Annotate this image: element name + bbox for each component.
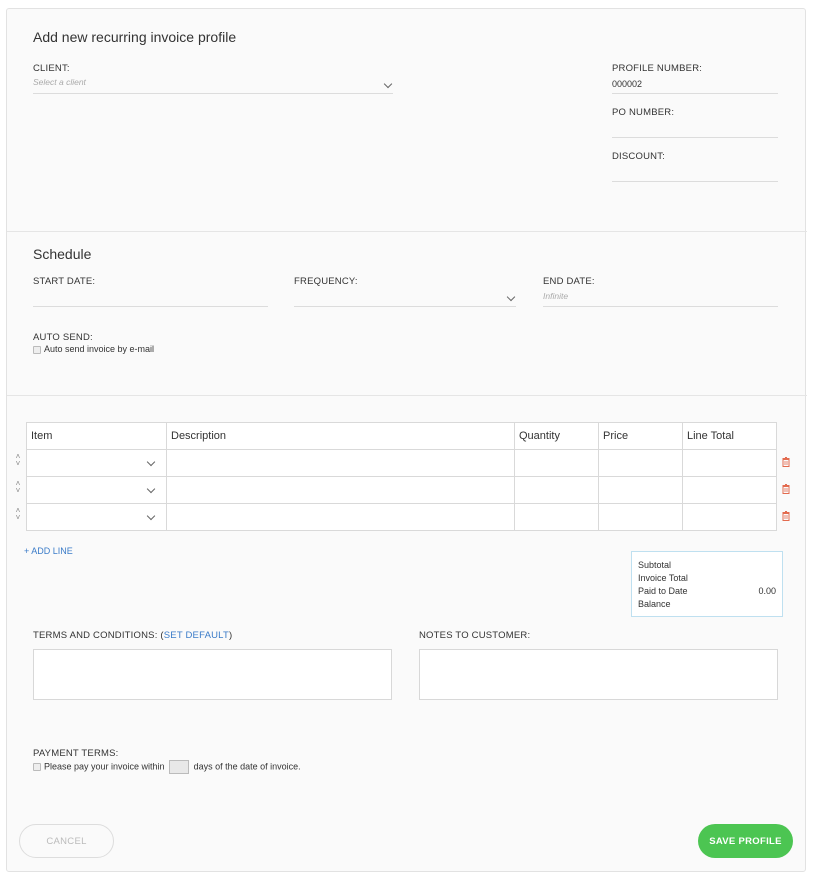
line-items-table: Item Description Quantity Price Line Tot… <box>26 422 777 531</box>
auto-send-label: AUTO SEND: <box>33 332 93 343</box>
trash-icon[interactable] <box>782 511 790 521</box>
discount-label: DISCOUNT: <box>612 151 665 162</box>
section-divider <box>7 231 807 232</box>
paid-to-date-row: Paid to Date 0.00 <box>638 585 776 598</box>
discount-field[interactable] <box>612 165 778 179</box>
price-cell[interactable] <box>598 503 683 531</box>
quantity-cell[interactable] <box>514 476 599 504</box>
cancel-button[interactable]: CANCEL <box>19 824 114 858</box>
page-title: Add new recurring invoice profile <box>33 29 237 45</box>
chevron-down-icon <box>146 457 156 467</box>
end-date-underline <box>543 306 778 307</box>
end-date-field[interactable]: Infinite <box>543 290 778 306</box>
column-header-price: Price <box>598 422 683 450</box>
row-reorder-handle[interactable]: ˄ ˅ <box>13 480 23 495</box>
quantity-cell[interactable] <box>514 503 599 531</box>
profile-number-field[interactable]: 000002 <box>612 79 778 93</box>
po-number-field[interactable] <box>612 121 778 135</box>
line-total-cell <box>682 503 777 531</box>
start-date-label: START DATE: <box>33 276 96 287</box>
line-total-cell <box>682 476 777 504</box>
client-underline <box>33 93 393 94</box>
trash-icon[interactable] <box>782 484 790 494</box>
column-header-line-total: Line Total <box>682 422 777 450</box>
row-reorder-handle[interactable]: ˄ ˅ <box>13 507 23 522</box>
notes-label: NOTES TO CUSTOMER: <box>419 630 531 641</box>
table-row <box>26 449 777 477</box>
profile-number-underline <box>612 93 778 94</box>
set-default-link[interactable]: SET DEFAULT <box>164 630 229 641</box>
terms-textarea[interactable] <box>33 649 392 700</box>
chevron-down-icon <box>146 511 156 521</box>
price-cell[interactable] <box>598 476 683 504</box>
auto-send-checkbox-label: Auto send invoice by e-mail <box>44 344 155 354</box>
schedule-title: Schedule <box>33 246 92 262</box>
chevron-down-icon <box>506 292 516 302</box>
start-date-underline <box>33 306 268 307</box>
balance-row: Balance <box>638 598 776 611</box>
price-cell[interactable] <box>598 449 683 477</box>
item-select[interactable] <box>26 476 167 504</box>
payment-terms-label: PAYMENT TERMS: <box>33 748 119 759</box>
paid-to-date-label: Paid to Date <box>638 586 688 596</box>
totals-box: Subtotal Invoice Total Paid to Date 0.00 … <box>631 551 783 617</box>
client-label: CLIENT: <box>33 63 70 74</box>
quantity-cell[interactable] <box>514 449 599 477</box>
end-date-label: END DATE: <box>543 276 595 287</box>
end-date-placeholder: Infinite <box>543 291 569 301</box>
payment-terms-checkbox[interactable] <box>33 763 41 771</box>
payment-terms-text: Please pay your invoice within days of t… <box>44 760 301 774</box>
column-header-item: Item <box>26 422 167 450</box>
auto-send-checkbox[interactable] <box>33 346 41 354</box>
chevron-down-icon <box>146 484 156 494</box>
client-placeholder: Select a client <box>33 77 86 87</box>
invoice-profile-form: Add new recurring invoice profile CLIENT… <box>6 8 807 872</box>
trash-icon[interactable] <box>782 457 790 467</box>
add-line-button[interactable]: + ADD LINE <box>24 546 73 556</box>
po-number-label: PO NUMBER: <box>612 107 675 118</box>
description-cell[interactable] <box>166 476 515 504</box>
description-cell[interactable] <box>166 503 515 531</box>
column-header-quantity: Quantity <box>514 422 599 450</box>
balance-label: Balance <box>638 599 671 609</box>
start-date-field[interactable] <box>33 290 268 306</box>
column-header-description: Description <box>166 422 515 450</box>
table-header-row: Item Description Quantity Price Line Tot… <box>26 422 777 450</box>
save-profile-button[interactable]: SAVE PROFILE <box>698 824 793 858</box>
po-number-underline <box>612 137 778 138</box>
table-row <box>26 476 777 504</box>
description-cell[interactable] <box>166 449 515 477</box>
table-row <box>26 503 777 531</box>
discount-underline <box>612 181 778 182</box>
frequency-underline <box>294 306 516 307</box>
item-select[interactable] <box>26 449 167 477</box>
item-select[interactable] <box>26 503 167 531</box>
terms-label: TERMS AND CONDITIONS: (SET DEFAULT) <box>33 630 233 641</box>
paid-to-date-value: 0.00 <box>758 586 776 596</box>
line-total-cell <box>682 449 777 477</box>
client-select[interactable]: Select a client <box>33 75 393 93</box>
row-reorder-handle[interactable]: ˄ ˅ <box>13 453 23 468</box>
chevron-down-icon <box>383 79 393 89</box>
payment-days-input[interactable] <box>169 760 190 774</box>
subtotal-row: Subtotal <box>638 559 776 572</box>
frequency-label: FREQUENCY: <box>294 276 358 287</box>
section-divider <box>7 395 807 396</box>
invoice-total-row: Invoice Total <box>638 572 776 585</box>
notes-textarea[interactable] <box>419 649 778 700</box>
profile-number-label: PROFILE NUMBER: <box>612 63 703 74</box>
frequency-select[interactable] <box>294 290 516 306</box>
invoice-total-label: Invoice Total <box>638 573 688 583</box>
subtotal-label: Subtotal <box>638 560 672 570</box>
